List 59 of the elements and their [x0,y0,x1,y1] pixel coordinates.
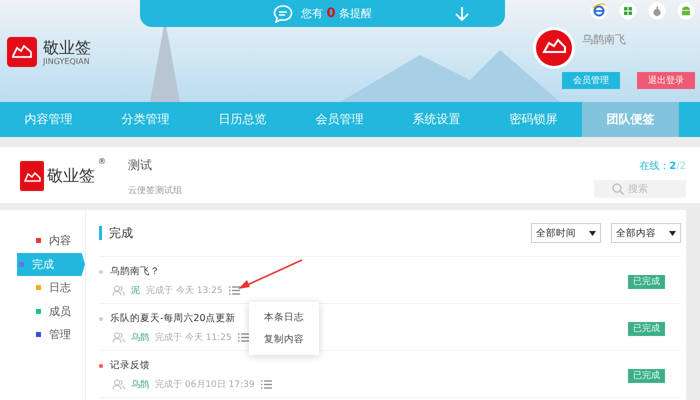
task-meta: 完成于 今天 13:25 [146,284,223,297]
task-meta: 完成于 06月10日 17:39 [155,378,255,391]
sidebar-item[interactable]: 成员 [17,300,85,323]
pointer-arrow [237,259,303,291]
header-button[interactable]: 会员管理 [562,72,620,89]
status-badge: 已完成 [628,275,665,289]
reminder-bar[interactable]: 您有 0 条提醒 [140,0,505,27]
context-menu-item[interactable]: 复制内容 [264,333,304,346]
down-arrow-icon[interactable] [455,6,469,22]
reminder-text: 您有 0 条提醒 [300,6,372,21]
section-title: 完成 [99,226,133,240]
status-badge: 已完成 [628,322,665,336]
chat-bubble-icon [272,4,293,22]
android-icon[interactable] [677,2,695,20]
avatar-icon[interactable] [532,26,576,70]
caret-icon [669,230,676,236]
nav-tab[interactable]: 系统设置 [388,102,485,137]
task-title: 记录反馈 [110,359,150,372]
sidebar-item[interactable]: 日志 [17,276,85,300]
group-name: 测试 [128,157,153,174]
nav-tab[interactable]: 分类管理 [97,102,194,137]
browser-icon[interactable] [590,2,608,20]
sidebar-item[interactable]: 内容 [17,229,85,252]
task-title: 乐队的夏天-每周六20点更新 [110,312,236,325]
nav-tab[interactable]: 日历总览 [194,102,291,137]
list-menu-icon[interactable] [260,380,272,389]
people-icon [112,332,125,343]
group-description: 云便签测试组 [128,184,182,197]
task-user[interactable]: 乌鹊 [131,378,149,391]
task-title: 乌鹊南飞？ [110,265,160,278]
people-icon [112,285,125,296]
brand-name: 敬业签 [47,166,95,186]
windows-icon[interactable] [619,2,637,20]
people-icon [112,379,125,390]
list-menu-icon[interactable] [238,333,249,342]
sidebar-item[interactable]: 完成 [17,252,85,276]
task-user[interactable]: 泥 [131,284,140,297]
nav-tab[interactable]: 会员管理 [291,102,388,137]
brand-pinyin: JINGYEQIAN [43,56,91,66]
task-meta: 完成于 今天 11:25 [155,332,232,344]
nav-tab[interactable]: 团队便签 [582,102,679,137]
nav-tab[interactable]: 密码锁屏 [485,102,582,137]
registered-mark: ® [98,157,106,166]
context-menu-item[interactable]: 本条日志 [264,311,304,324]
status-badge: 已完成 [628,369,665,383]
logo-icon [20,161,44,191]
brand-name: 敬业签 [43,38,91,56]
user-name: 乌鹊南飞 [582,32,626,48]
filter-dropdown[interactable]: 全部时间 [531,223,601,243]
sidebar-item[interactable]: 管理 [17,323,85,346]
nav-tab[interactable]: 内容管理 [0,102,97,137]
logo-icon [7,37,37,67]
caret-icon [589,230,596,236]
filter-dropdown[interactable]: 全部内容 [611,223,681,243]
online-count: 在线：2/2 [639,160,686,173]
list-menu-icon[interactable] [228,286,240,295]
header-button[interactable]: 退出登录 [637,72,695,89]
search-icon [612,183,624,195]
task-user[interactable]: 乌鹊 [131,331,149,344]
